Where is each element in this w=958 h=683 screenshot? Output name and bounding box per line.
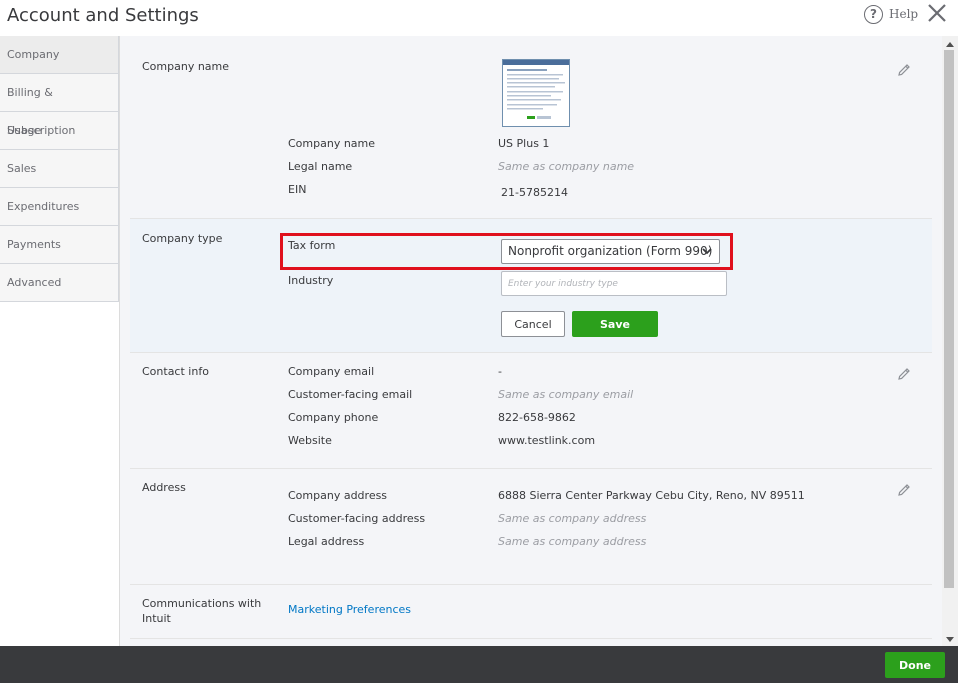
save-button[interactable]: Save — [572, 311, 658, 337]
scrollbar-thumb[interactable] — [944, 50, 954, 588]
edit-contact-info-button[interactable] — [896, 366, 912, 382]
company-logo[interactable] — [502, 59, 570, 127]
website-value: www.testlink.com — [498, 434, 596, 447]
legal-address-value: Same as company address — [498, 535, 647, 548]
pencil-icon — [898, 368, 910, 380]
help-icon: ? — [864, 4, 883, 24]
help-label: Help — [889, 7, 919, 21]
close-button[interactable] — [926, 2, 948, 24]
cancel-button[interactable]: Cancel — [501, 311, 565, 337]
industry-label: Industry — [288, 274, 334, 287]
customer-address-label: Customer-facing address — [288, 512, 426, 525]
sidebar-item-billing[interactable]: Billing & Subscription — [0, 74, 119, 137]
section-title: Company type — [142, 232, 223, 245]
communications-section: Communications with Intuit Marketing Pre… — [130, 585, 932, 639]
marketing-preferences-link[interactable]: Marketing Preferences — [288, 603, 411, 616]
company-address-label: Company address — [288, 489, 388, 502]
legal-name-value: Same as company name — [498, 160, 635, 173]
company-name-value: US Plus 1 — [498, 137, 550, 150]
ein-value: 21-5785214 — [501, 186, 568, 199]
company-email-label: Company email — [288, 365, 375, 378]
pencil-icon — [898, 64, 910, 76]
company-phone-value: 822-658-9862 — [498, 411, 576, 424]
edit-company-name-button[interactable] — [896, 62, 912, 78]
section-title: Contact info — [142, 365, 209, 378]
sidebar-item-payments[interactable]: Payments — [0, 226, 119, 264]
company-name-section: Company name Company name US Plus 1 Lega… — [130, 36, 932, 219]
settings-content: Company name Company name US Plus 1 Lega… — [120, 36, 942, 646]
sidebar-item-company[interactable]: Company — [0, 36, 119, 74]
sidebar: Company Billing & Subscription Usage Sal… — [0, 36, 120, 646]
pencil-icon — [898, 484, 910, 496]
company-phone-label: Company phone — [288, 411, 379, 424]
highlight-box — [280, 233, 733, 270]
company-logo-image — [503, 60, 569, 119]
company-type-section: Company type Tax form Nonprofit organiza… — [130, 219, 932, 353]
section-title: Company name — [142, 60, 230, 73]
footer-bar: Done — [0, 646, 958, 683]
company-address-value: 6888 Sierra Center Parkway Cebu City, Re… — [498, 489, 805, 502]
contact-info-section: Contact info Company email - Customer-fa… — [130, 353, 932, 469]
sidebar-item-advanced[interactable]: Advanced — [0, 264, 119, 302]
section-title: Communications with Intuit — [142, 597, 262, 625]
help-button[interactable]: ? Help — [864, 3, 918, 25]
customer-address-value: Same as company address — [498, 512, 647, 525]
ein-label: EIN — [288, 183, 307, 196]
close-icon — [928, 4, 946, 22]
address-section: Address Company address 6888 Sierra Cent… — [130, 469, 932, 585]
sidebar-item-expenditures[interactable]: Expenditures — [0, 188, 119, 226]
done-button[interactable]: Done — [885, 652, 945, 678]
customer-email-value: Same as company email — [498, 388, 634, 401]
header: Account and Settings ? Help — [0, 0, 958, 36]
scroll-up-arrow-icon[interactable] — [946, 42, 954, 47]
edit-address-button[interactable] — [896, 482, 912, 498]
vertical-scrollbar[interactable] — [942, 36, 958, 646]
company-email-value: - — [498, 365, 502, 378]
sidebar-item-sales[interactable]: Sales — [0, 150, 119, 188]
section-title: Address — [142, 481, 186, 494]
legal-name-label: Legal name — [288, 160, 353, 173]
scroll-down-arrow-icon[interactable] — [946, 637, 954, 642]
legal-address-label: Legal address — [288, 535, 365, 548]
industry-input[interactable] — [501, 271, 727, 296]
page-title: Account and Settings — [7, 5, 199, 26]
company-name-label: Company name — [288, 137, 376, 150]
website-label: Website — [288, 434, 332, 447]
customer-email-label: Customer-facing email — [288, 388, 413, 401]
